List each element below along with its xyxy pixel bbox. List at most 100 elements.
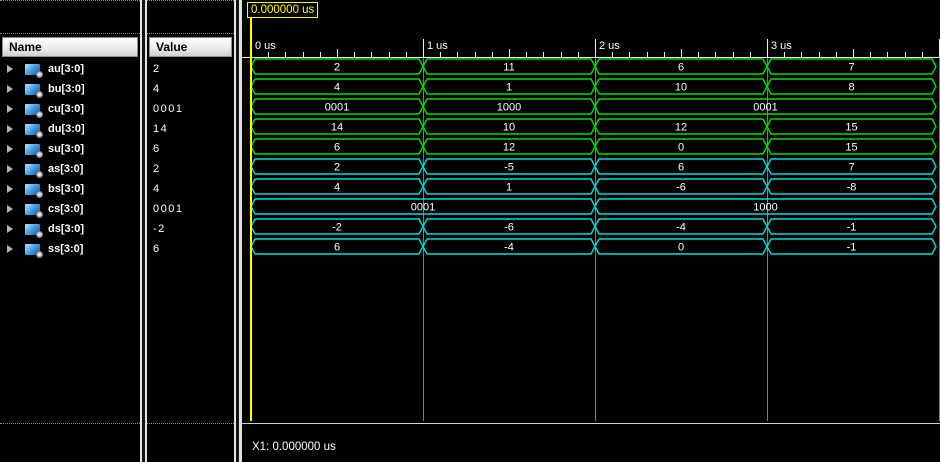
signal-row[interactable]: ds[3:0] [0,219,140,239]
status-x1-label: X1: 0.000000 us [252,441,336,453]
bus-segment-value: 7 [848,162,854,174]
bus-signal-icon [25,84,40,95]
bus-signal-icon [25,244,40,255]
signal-value: 2 [153,159,161,179]
panel-splitter[interactable] [234,0,241,462]
bus-segment-value: 0001 [411,202,435,214]
bus-segment-value: 4 [334,182,340,194]
signal-name-label: bs[3:0] [48,183,84,195]
bus-segment-value: 6 [678,162,684,174]
bus-signal-icon [25,124,40,135]
signal-row[interactable]: cs[3:0] [0,199,140,219]
ruler-unit-label: 0 us [255,40,276,52]
signal-row[interactable]: ss[3:0] [0,239,140,259]
bus-segment-value: -1 [847,242,857,254]
waveform-viewer-window: Name au[3:0] bu[3:0] cu[3:0] du[3:0] su[3:0]… [0,0,940,462]
bus-segment-value: 11 [503,62,514,74]
signal-value: 0001 [153,99,183,119]
bus-segment-value: 1000 [497,102,521,114]
panel-top-divider [147,0,234,1]
signal-name-label: du[3:0] [48,123,85,135]
signal-name-label: bu[3:0] [48,83,85,95]
expand-arrow-icon[interactable] [7,65,13,73]
bus-segment-value: 15 [845,122,857,134]
waveform-canvas[interactable]: 0 us1 us2 us3 us211674110800011000000114… [241,0,940,462]
expand-arrow-icon[interactable] [7,105,13,113]
bus-segment-value: 10 [503,122,515,134]
expand-arrow-icon[interactable] [7,85,13,93]
bus-segment-value: 15 [845,142,857,154]
waveform-panel: 0.000000 us 0 us1 us2 us3 us211674110800… [241,0,940,462]
bus-segment-value: 0 [678,242,684,254]
value-column-header[interactable]: Value [149,37,232,57]
signal-name-label: su[3:0] [48,143,84,155]
waveform-bottom-border [241,423,940,424]
ruler-unit-label: 2 us [599,40,620,52]
value-panel: Value 240001146240001-26 [147,0,234,462]
bus-segment-value: 12 [503,142,515,154]
bus-signal-icon [25,224,40,235]
signal-row[interactable]: as[3:0] [0,159,140,179]
expand-arrow-icon[interactable] [7,185,13,193]
bus-segment-value: -2 [332,222,342,234]
bus-segment-value: -8 [847,182,857,194]
signal-value: -2 [153,219,166,239]
bus-segment-value: 8 [848,82,854,94]
expand-arrow-icon[interactable] [7,245,13,253]
bus-segment-value: -6 [676,182,686,194]
signal-row[interactable]: bu[3:0] [0,79,140,99]
signal-value: 2 [153,59,161,79]
panel-bottom-divider [0,423,140,424]
bus-signal-icon [25,204,40,215]
bus-signal-icon [25,184,40,195]
bus-segment-value: 0 [678,142,684,154]
bus-segment-value: 4 [334,82,340,94]
ruler-unit-label: 3 us [771,40,792,52]
bus-segment-value: -4 [504,242,514,254]
expand-arrow-icon[interactable] [7,205,13,213]
expand-arrow-icon[interactable] [7,165,13,173]
bus-signal-icon [25,104,40,115]
signal-name-label: ds[3:0] [48,223,84,235]
signal-name-label: cu[3:0] [48,103,84,115]
bus-segment-value: -4 [676,222,686,234]
signal-row[interactable]: cu[3:0] [0,99,140,119]
signal-value: 6 [153,239,161,259]
signal-row[interactable]: su[3:0] [0,139,140,159]
header-top-divider [0,33,140,34]
bus-segment-value: 12 [675,122,687,134]
bus-segment-value: -1 [847,222,857,234]
bus-segment-value: -6 [504,222,514,234]
bus-segment-value: 1 [506,82,512,94]
bus-segment-value: 2 [334,162,340,174]
cursor-time-box[interactable]: 0.000000 us [247,2,318,18]
signal-value: 14 [153,119,168,139]
bus-segment-value: 14 [331,122,343,134]
bus-signal-icon [25,64,40,75]
bus-segment-value: 2 [334,62,340,74]
expand-arrow-icon[interactable] [7,125,13,133]
signal-value: 4 [153,179,161,199]
signal-row[interactable]: du[3:0] [0,119,140,139]
signal-row[interactable]: au[3:0] [0,59,140,79]
name-column-header[interactable]: Name [2,37,138,57]
bus-segment-value: 1000 [753,202,777,214]
bus-signal-icon [25,144,40,155]
name-panel: Name au[3:0] bu[3:0] cu[3:0] du[3:0] su[3:0]… [0,0,140,462]
signal-name-label: as[3:0] [48,163,83,175]
bus-segment-value: 10 [675,82,687,94]
signal-row[interactable]: bs[3:0] [0,179,140,199]
bus-segment-value: -5 [504,162,514,174]
panel-bottom-divider [147,423,234,424]
bus-segment-value: 0001 [325,102,349,114]
header-top-divider [147,33,234,34]
signal-name-label: cs[3:0] [48,203,83,215]
expand-arrow-icon[interactable] [7,225,13,233]
bus-segment-value: 1 [506,182,512,194]
signal-value: 6 [153,139,161,159]
panel-splitter[interactable] [140,0,147,462]
signal-value: 0001 [153,199,183,219]
ruler-unit-label: 1 us [427,40,448,52]
expand-arrow-icon[interactable] [7,145,13,153]
signal-name-label: ss[3:0] [48,243,83,255]
